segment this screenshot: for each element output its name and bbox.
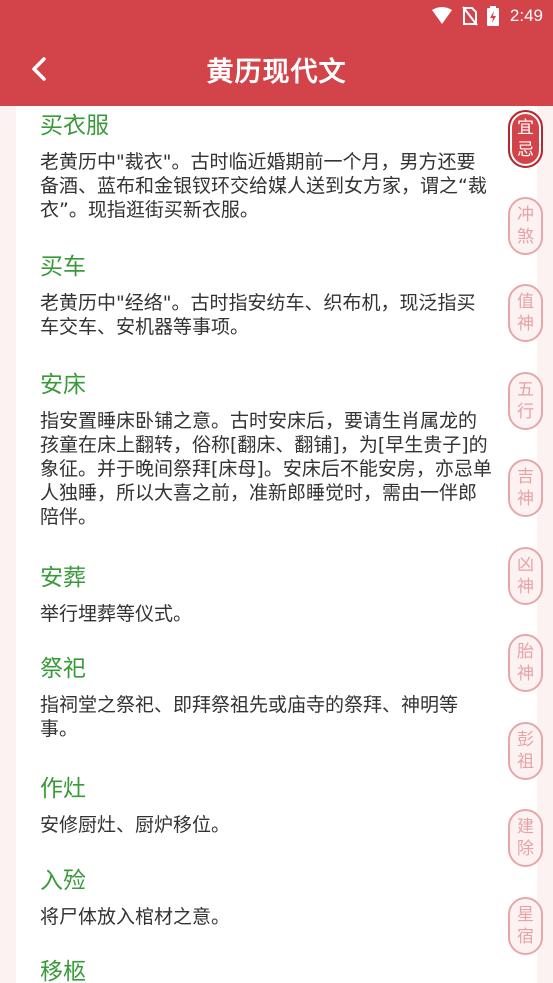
side-tab-wuxing[interactable]: 五 行 <box>508 372 543 430</box>
side-tab-top-char: 胎 <box>517 642 534 662</box>
side-tab-top-char: 彭 <box>517 730 534 750</box>
battery-charging-icon <box>486 6 499 26</box>
entry-title: 安床 <box>40 372 86 398</box>
entry-title: 安葬 <box>40 565 86 591</box>
side-tab-top-char: 建 <box>517 817 534 837</box>
side-tab-xiongshen[interactable]: 凶 神 <box>508 547 543 605</box>
list-item: 作灶 安修厨灶、厨炉移位。 <box>40 773 492 837</box>
side-tab-top-char: 值 <box>517 292 534 312</box>
list-item: 移柩 <box>40 956 492 983</box>
side-tab-bottom-char: 宿 <box>517 927 534 947</box>
status-bar: 2:49 <box>0 0 553 32</box>
entry-description: 老黄历中"裁衣"。古时临近婚期前一个月，男方还要备酒、蓝布和金银钗环交给媒人送到… <box>40 151 487 221</box>
side-tab-top-char: 星 <box>517 905 534 925</box>
list-item: 入殓 将尸体放入棺材之意。 <box>40 865 492 929</box>
content-list[interactable]: 买衣服 老黄历中"裁衣"。古时临近婚期前一个月，男方还要备酒、蓝布和金银钗环交给… <box>16 106 537 983</box>
wifi-icon <box>431 7 452 24</box>
side-tab-bottom-char: 忌 <box>517 140 534 160</box>
side-tab-xingxiu[interactable]: 星 宿 <box>508 897 543 955</box>
side-tab-bottom-char: 神 <box>517 664 534 684</box>
entry-description: 指安置睡床卧铺之意。古时安床后，要请生肖属龙的孩童在床上翻转，俗称[翻床、翻铺]… <box>40 410 492 528</box>
side-tab-bottom-char: 行 <box>517 402 534 422</box>
side-tab-top-char: 凶 <box>517 555 534 575</box>
side-tab-chongsha[interactable]: 冲 煞 <box>508 197 543 255</box>
side-tab-yiji[interactable]: 宜 忌 <box>508 110 543 168</box>
status-icons: 2:49 <box>431 4 543 28</box>
list-item: 买衣服 老黄历中"裁衣"。古时临近婚期前一个月，男方还要备酒、蓝布和金银钗环交给… <box>40 110 492 222</box>
side-tab-bottom-char: 神 <box>517 577 534 597</box>
entry-description: 指祠堂之祭祀、即拜祭祖先或庙寺的祭拜、神明等事。 <box>40 694 459 740</box>
side-tab-top-char: 冲 <box>517 205 534 225</box>
list-item: 安床 指安置睡床卧铺之意。古时安床后，要请生肖属龙的孩童在床上翻转，俗称[翻床、… <box>40 369 492 529</box>
no-sim-icon <box>462 6 478 26</box>
entry-title: 祭祀 <box>40 656 86 682</box>
list-item: 安葬 举行埋葬等仪式。 <box>40 562 492 626</box>
entry-description: 举行埋葬等仪式。 <box>40 603 193 625</box>
side-tab-taishen[interactable]: 胎 神 <box>508 634 543 692</box>
entry-description: 老黄历中"经络"。古时指安纺车、织布机，现泛指买车交车、安机器等事项。 <box>40 292 476 338</box>
side-tab-bottom-char: 除 <box>517 839 534 859</box>
side-tab-bottom-char: 祖 <box>517 752 534 772</box>
side-tab-top-char: 吉 <box>517 467 534 487</box>
side-tab-bottom-char: 煞 <box>517 227 534 247</box>
entry-title: 入殓 <box>40 868 86 894</box>
side-tab-jishen[interactable]: 吉 神 <box>508 459 543 517</box>
status-time: 2:49 <box>509 6 543 25</box>
list-item: 祭祀 指祠堂之祭祀、即拜祭祖先或庙寺的祭拜、神明等事。 <box>40 653 492 741</box>
page-title: 黄历现代文 <box>206 57 347 88</box>
side-tab-pengzu[interactable]: 彭 祖 <box>508 722 543 780</box>
side-tab-bottom-char: 神 <box>517 314 534 334</box>
entry-title: 买衣服 <box>40 113 109 139</box>
side-tab-zhishen[interactable]: 值 神 <box>508 284 543 342</box>
side-tab-top-char: 宜 <box>517 118 534 138</box>
category-side-nav: 宜 忌 冲 煞 值 神 五 行 吉 神 凶 神 胎 神 彭 祖 建 除 星 宿 <box>508 106 546 983</box>
side-tab-bottom-char: 神 <box>517 489 534 509</box>
entry-description: 将尸体放入棺材之意。 <box>40 906 231 928</box>
entry-title: 作灶 <box>40 776 86 802</box>
side-tab-jianchu[interactable]: 建 除 <box>508 809 543 867</box>
entry-title: 移柩 <box>40 959 86 983</box>
side-tab-top-char: 五 <box>517 380 534 400</box>
entry-description: 安修厨灶、厨炉移位。 <box>40 814 231 836</box>
list-item: 买车 老黄历中"经络"。古时指安纺车、织布机，现泛指买车交车、安机器等事项。 <box>40 251 492 339</box>
entry-title: 买车 <box>40 254 86 280</box>
app-bar: 黄历现代文 <box>0 32 553 106</box>
